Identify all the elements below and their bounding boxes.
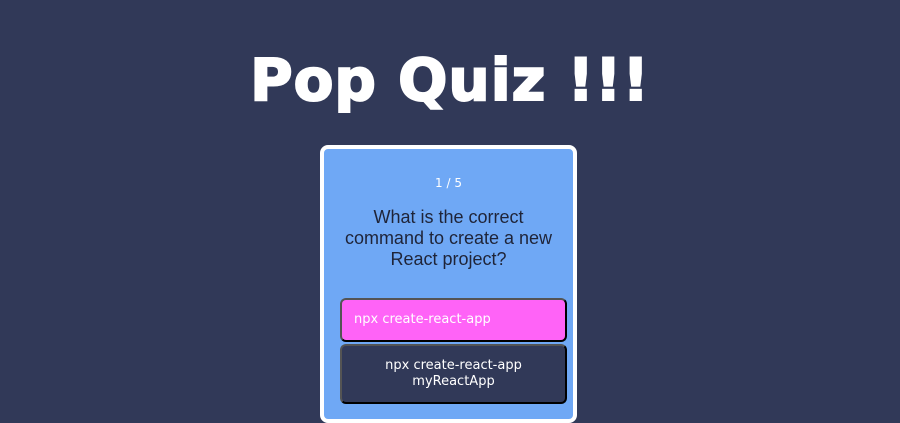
question-text: What is the correct command to create a … [344,207,553,269]
page-title: Pop Quiz !!! [249,45,650,115]
answer-option-1[interactable]: npx create-react-app [340,298,567,342]
quiz-card: 1 / 5 What is the correct command to cre… [320,145,577,423]
question-counter: 1 / 5 [435,176,462,190]
answer-option-2[interactable]: npx create-react-app myReactApp [340,344,567,404]
